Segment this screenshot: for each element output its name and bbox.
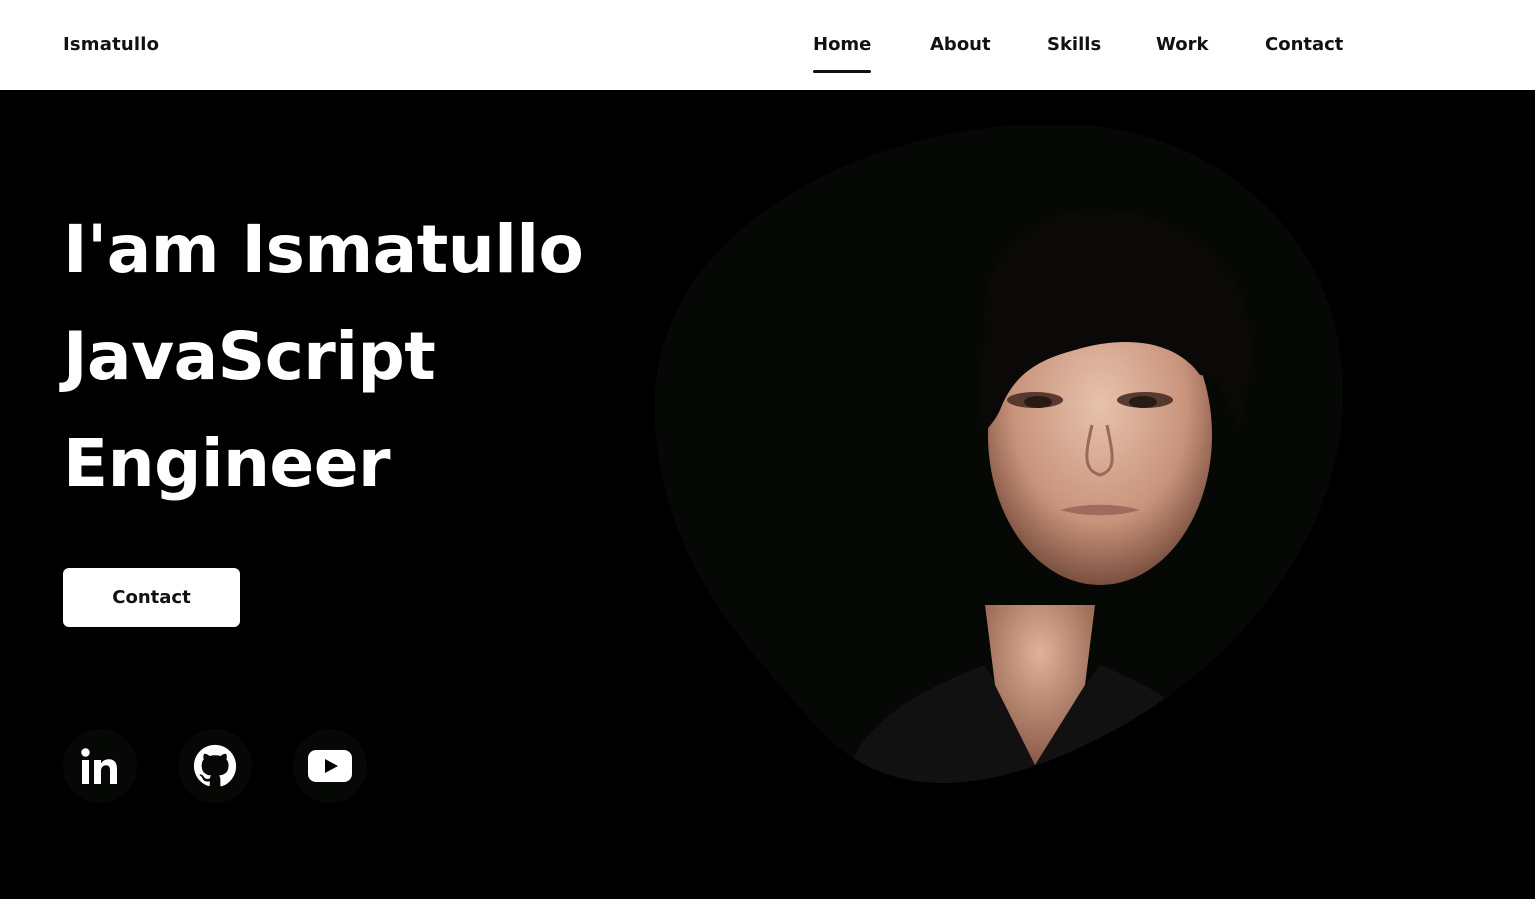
hero-title-line: JavaScript xyxy=(63,318,436,395)
linkedin-link[interactable] xyxy=(63,729,137,803)
nav-about[interactable]: About xyxy=(930,34,991,55)
nav-work[interactable]: Work xyxy=(1156,34,1208,55)
nav-contact[interactable]: Contact xyxy=(1265,34,1343,55)
youtube-link[interactable] xyxy=(293,729,367,803)
nav-skills[interactable]: Skills xyxy=(1047,34,1101,55)
github-icon xyxy=(193,744,237,787)
hero-title-line: Engineer xyxy=(63,425,391,502)
site-header: Ismatullo Home About Skills Work Contact xyxy=(0,0,1535,90)
hero-title: I'am Ismatullo JavaScript Engineer xyxy=(63,196,584,517)
youtube-icon xyxy=(308,750,352,782)
nav-home[interactable]: Home xyxy=(813,34,872,73)
profile-photo xyxy=(845,209,1252,784)
github-link[interactable] xyxy=(178,729,252,803)
contact-button[interactable]: Contact xyxy=(63,568,240,627)
linkedin-icon xyxy=(81,748,117,784)
hero-title-line: I'am Ismatullo xyxy=(63,211,584,288)
main-nav: Home About Skills Work Contact xyxy=(0,34,1535,90)
